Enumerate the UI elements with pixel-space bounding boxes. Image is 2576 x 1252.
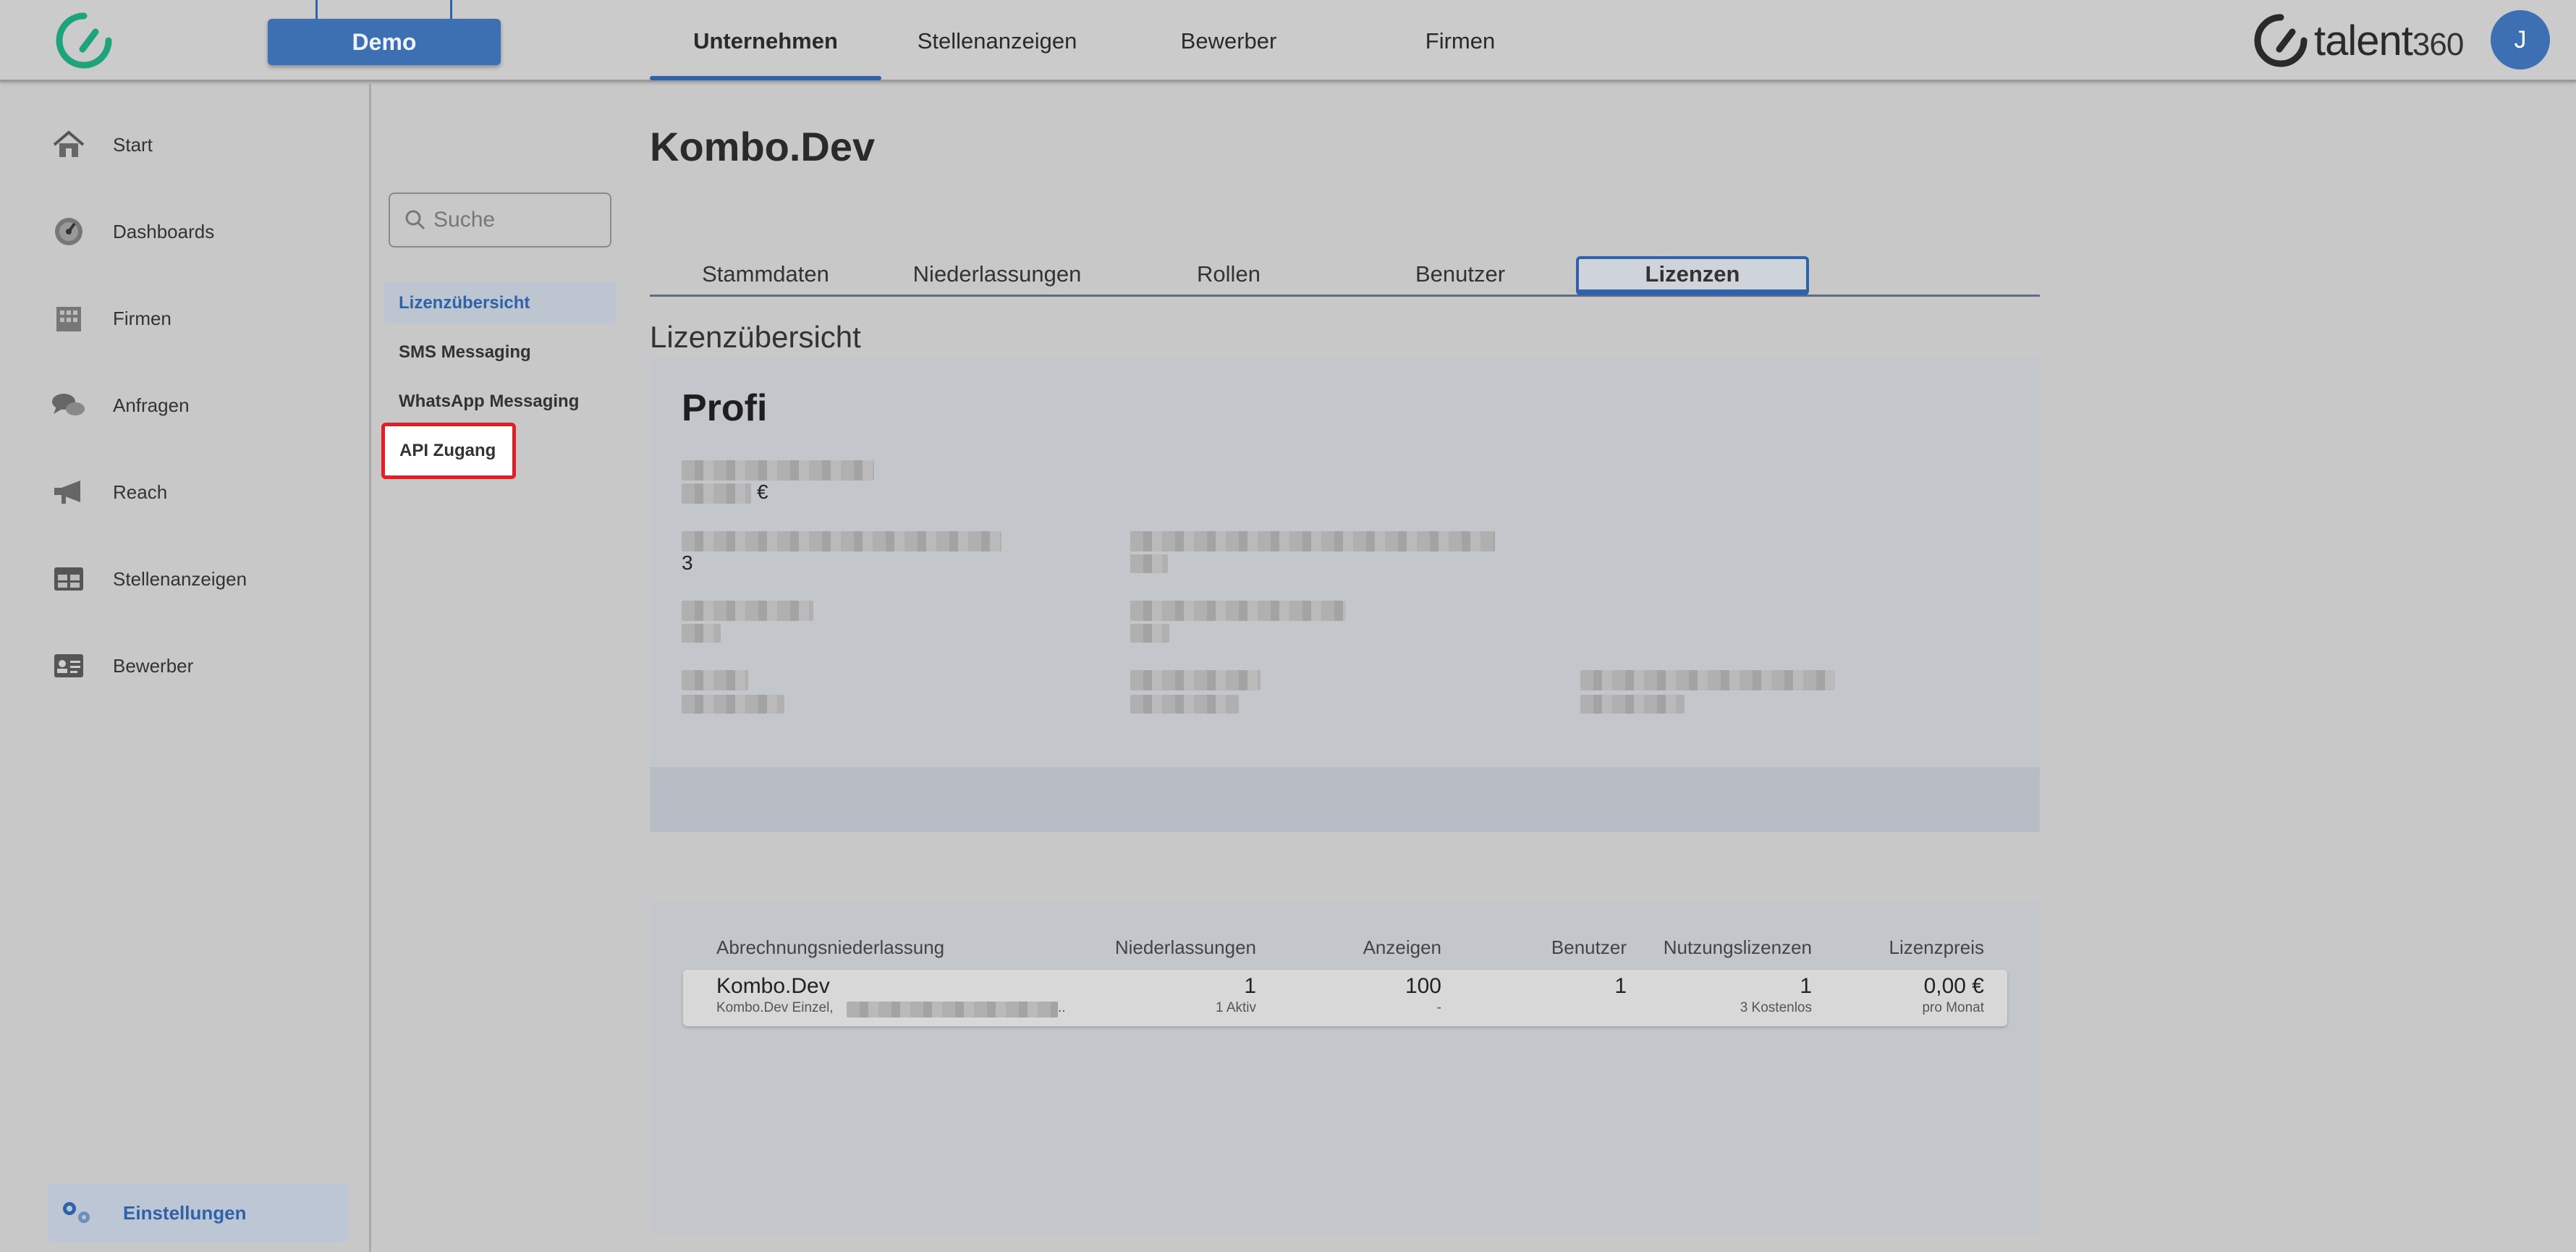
topnav-bewerber[interactable]: Bewerber	[1113, 0, 1344, 82]
sidebar-item-firmen[interactable]: Firmen	[48, 297, 171, 340]
sidebar-item-stellenanzeigen[interactable]: Stellenanzeigen	[48, 557, 247, 601]
sidebar-item-label: Firmen	[113, 307, 171, 329]
redacted-label	[1130, 670, 1261, 690]
row-preis-sub: pro Monat	[1922, 1000, 1984, 1015]
talent360-logo-icon	[2254, 14, 2308, 67]
row-nutzungslizenzen-sub: 3 Kostenlos	[1740, 1000, 1812, 1015]
table-header-benutzer: Benutzer	[1551, 936, 1627, 958]
table-header-nutzungslizenzen: Nutzungslizenzen	[1663, 936, 1812, 958]
topnav-active-indicator	[650, 76, 881, 80]
row-anzeigen-sub: -	[1436, 1000, 1441, 1015]
sidebar-item-start[interactable]: Start	[48, 123, 153, 166]
sidebar-item-label: Reach	[113, 481, 168, 503]
row-anzeigen: 100	[1404, 974, 1441, 998]
sidebar-item-dashboards[interactable]: Dashboards	[48, 210, 214, 253]
app-logo-icon[interactable]	[54, 10, 114, 71]
subnav-whatsapp-messaging[interactable]: WhatsApp Messaging	[384, 381, 616, 423]
topnav-stellenanzeigen[interactable]: Stellenanzeigen	[881, 0, 1113, 82]
section-title: Lizenzübersicht	[650, 320, 861, 354]
chat-icon	[48, 388, 90, 423]
brand-word: talent	[2314, 17, 2413, 64]
subnav-sms-messaging[interactable]: SMS Messaging	[384, 331, 616, 373]
sidebar-item-einstellungen[interactable]: Einstellungen	[48, 1184, 349, 1242]
redacted-value	[1130, 554, 1168, 573]
redacted-label	[682, 601, 813, 621]
table-header-niederlassungen: Niederlassungen	[1114, 936, 1256, 958]
topnav-firmen[interactable]: Firmen	[1344, 0, 1576, 82]
sidebar-item-label: Start	[113, 133, 153, 156]
tab-niederlassungen[interactable]: Niederlassungen	[881, 252, 1113, 297]
row-name-sub: Kombo.Dev Einzel,	[716, 1000, 834, 1015]
redacted-value	[847, 1002, 1058, 1018]
settings-label: Einstellungen	[123, 1201, 247, 1224]
sidebar-item-label: Anfragen	[113, 394, 190, 416]
topnav-unternehmen[interactable]: Unternehmen	[650, 0, 881, 82]
sidebar-item-anfragen[interactable]: Anfragen	[48, 384, 190, 427]
redacted-value	[682, 624, 721, 643]
row-niederlassungen-sub: 1 Aktiv	[1216, 1000, 1256, 1015]
redacted-label	[1130, 531, 1495, 551]
redacted-label	[1580, 670, 1835, 690]
sidebar-item-label: Bewerber	[113, 654, 194, 677]
redacted-value	[1130, 624, 1169, 643]
avatar[interactable]: J	[2491, 10, 2550, 69]
sidebar-item-label: Dashboards	[113, 220, 215, 242]
brand-number: 360	[2412, 26, 2464, 62]
tab-benutzer[interactable]: Benutzer	[1344, 252, 1576, 297]
sidebar-item-reach[interactable]: Reach	[48, 470, 167, 514]
id-card-icon	[48, 648, 90, 683]
redacted-label	[682, 460, 874, 481]
main-sidebar: Start Dashboards Firmen Anfragen Reach S…	[0, 84, 371, 1252]
brand-logo: talent360	[2252, 10, 2464, 71]
redacted-label	[682, 670, 748, 690]
page-title: Kombo.Dev	[650, 124, 876, 169]
home-icon	[48, 127, 90, 162]
redacted-label	[1130, 601, 1346, 621]
row-name: Kombo.Dev	[716, 974, 830, 998]
count-value: 3	[682, 551, 693, 574]
subnav-lizenzuebersicht[interactable]: Lizenzübersicht	[384, 282, 616, 324]
row-nutzungslizenzen: 1	[1800, 974, 1812, 998]
demo-button[interactable]: Demo	[268, 19, 501, 65]
row-benutzer: 1	[1614, 974, 1627, 998]
sidebar-item-label: Stellenanzeigen	[113, 567, 247, 590]
building-icon	[48, 301, 90, 336]
redacted-label	[682, 531, 1001, 551]
top-bar: Demo Unternehmen Stellenanzeigen Bewerbe…	[0, 0, 2576, 82]
grid-icon	[48, 562, 90, 596]
tab-bar: Stammdaten Niederlassungen Rollen Benutz…	[650, 252, 2040, 297]
gears-icon	[58, 1198, 100, 1227]
megaphone-icon	[48, 475, 90, 509]
license-card	[650, 358, 2040, 832]
row-niederlassungen: 1	[1244, 974, 1256, 998]
redacted-value	[1130, 695, 1239, 714]
tab-stammdaten[interactable]: Stammdaten	[650, 252, 881, 297]
tab-lizenzen[interactable]: Lizenzen	[1576, 256, 1809, 295]
table-header-anzeigen: Anzeigen	[1363, 936, 1441, 958]
redacted-value	[1580, 695, 1685, 714]
plan-name: Profi	[682, 387, 768, 429]
license-card-footer	[650, 767, 2040, 832]
table-header-lizenzpreis: Lizenzpreis	[1889, 936, 1984, 958]
search-icon	[405, 210, 425, 230]
search-input[interactable]: Suche	[389, 193, 611, 248]
redacted-value	[682, 483, 751, 504]
search-placeholder: Suche	[433, 208, 496, 232]
row-preis: 0,00 €	[1923, 974, 1984, 998]
sidebar-item-bewerber[interactable]: Bewerber	[48, 644, 193, 688]
table-header-abrechnung: Abrechnungsniederlassung	[716, 936, 945, 958]
price-currency: €	[757, 481, 768, 503]
tab-rollen[interactable]: Rollen	[1113, 252, 1344, 297]
gauge-icon	[48, 214, 90, 249]
subnav-api-zugang[interactable]: API Zugang	[381, 423, 516, 479]
demo-tab[interactable]: Demo	[268, 0, 501, 67]
redacted-value	[682, 695, 784, 714]
row-name-sub-tail: ..	[1058, 1000, 1066, 1015]
